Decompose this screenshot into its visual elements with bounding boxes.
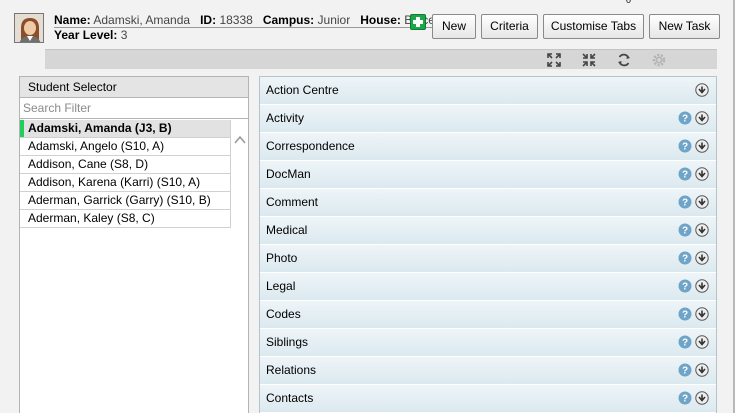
refresh-icon[interactable] bbox=[616, 52, 632, 68]
section-legal[interactable]: Legal ? bbox=[260, 273, 716, 301]
section-docman[interactable]: DocMan ? bbox=[260, 161, 716, 189]
id-label: ID: bbox=[200, 13, 217, 27]
help-icon[interactable]: ? bbox=[678, 139, 692, 153]
expand-arrow-icon[interactable] bbox=[695, 167, 709, 181]
section-photo[interactable]: Photo ? bbox=[260, 245, 716, 273]
section-siblings[interactable]: Siblings ? bbox=[260, 329, 716, 357]
year-level-label: Year Level: bbox=[54, 28, 118, 42]
section-label: Photo bbox=[266, 251, 298, 265]
expand-arrow-icon[interactable] bbox=[695, 279, 709, 293]
search-filter-input[interactable] bbox=[20, 98, 248, 119]
svg-text:?: ? bbox=[682, 142, 688, 153]
svg-text:?: ? bbox=[682, 170, 688, 181]
year-level-value: 3 bbox=[120, 28, 128, 42]
student-list-item[interactable]: Aderman, Garrick (Garry) (S10, B) bbox=[20, 192, 231, 210]
help-icon[interactable]: ? bbox=[678, 195, 692, 209]
expand-arrow-icon[interactable] bbox=[695, 307, 709, 321]
section-label: Activity bbox=[266, 111, 305, 125]
house-label: House: bbox=[360, 13, 401, 27]
expand-arrow-icon[interactable] bbox=[695, 195, 709, 209]
view-toolbar bbox=[45, 49, 717, 69]
section-relations[interactable]: Relations ? bbox=[260, 357, 716, 385]
section-label: Siblings bbox=[266, 335, 309, 349]
svg-text:?: ? bbox=[682, 114, 688, 125]
svg-text:?: ? bbox=[682, 282, 688, 293]
app-window: 0 Name: Adamski, Amanda ID: 18338 Campus… bbox=[0, 0, 735, 413]
help-icon[interactable]: ? bbox=[678, 335, 692, 349]
svg-text:?: ? bbox=[682, 226, 688, 237]
settings-icon[interactable] bbox=[651, 52, 667, 68]
svg-text:?: ? bbox=[682, 254, 688, 265]
student-info-row: Name: Adamski, Amanda ID: 18338 Campus: … bbox=[54, 13, 435, 28]
student-list-item[interactable]: Adamski, Amanda (J3, B) bbox=[20, 120, 231, 138]
svg-text:?: ? bbox=[682, 310, 688, 321]
help-icon[interactable]: ? bbox=[678, 391, 692, 405]
expand-arrow-icon[interactable] bbox=[695, 363, 709, 377]
section-comment[interactable]: Comment ? bbox=[260, 189, 716, 217]
help-icon[interactable]: ? bbox=[678, 223, 692, 237]
section-correspondence[interactable]: Correspondence ? bbox=[260, 133, 716, 161]
section-label: Action Centre bbox=[266, 83, 339, 97]
id-value: 18338 bbox=[219, 13, 253, 27]
svg-text:?: ? bbox=[682, 394, 688, 405]
expand-arrow-icon[interactable] bbox=[695, 139, 709, 153]
collapse-icon[interactable] bbox=[581, 52, 597, 68]
section-contacts[interactable]: Contacts ? bbox=[260, 385, 716, 413]
name-label: Name: bbox=[54, 13, 91, 27]
section-action-centre[interactable]: Action Centre bbox=[260, 77, 716, 105]
action-panel: Action Centre Activity ? Correspondence … bbox=[259, 76, 717, 413]
expand-arrow-icon[interactable] bbox=[695, 335, 709, 349]
avatar-photo-icon bbox=[15, 14, 43, 42]
new-button[interactable]: New bbox=[432, 14, 476, 39]
student-info: Name: Adamski, Amanda ID: 18338 Campus: … bbox=[54, 13, 435, 42]
help-icon[interactable]: ? bbox=[678, 279, 692, 293]
expand-icon[interactable] bbox=[546, 52, 562, 68]
student-selector-title: Student Selector bbox=[20, 77, 248, 98]
campus-label: Campus: bbox=[262, 13, 315, 27]
student-selector-panel: Student Selector Adamski, Amanda (J3, B)… bbox=[19, 76, 249, 413]
section-label: Medical bbox=[266, 223, 308, 237]
customise-tabs-button[interactable]: Customise Tabs bbox=[543, 14, 644, 39]
name-value: Adamski, Amanda bbox=[93, 13, 191, 27]
student-avatar bbox=[14, 13, 44, 43]
student-list: Adamski, Amanda (J3, B) Adamski, Angelo … bbox=[20, 120, 231, 228]
criteria-button[interactable]: Criteria bbox=[481, 14, 538, 39]
help-icon[interactable]: ? bbox=[678, 167, 692, 181]
campus-value: Junior bbox=[317, 13, 351, 27]
add-plus-button[interactable] bbox=[410, 14, 426, 30]
student-list-item[interactable]: Addison, Cane (S8, D) bbox=[20, 156, 231, 174]
svg-text:?: ? bbox=[682, 366, 688, 377]
plus-icon bbox=[413, 17, 423, 27]
section-medical[interactable]: Medical ? bbox=[260, 217, 716, 245]
section-activity[interactable]: Activity ? bbox=[260, 105, 716, 133]
expand-arrow-icon[interactable] bbox=[695, 251, 709, 265]
student-header: Name: Adamski, Amanda ID: 18338 Campus: … bbox=[0, 0, 733, 44]
expand-arrow-icon[interactable] bbox=[695, 391, 709, 405]
help-icon[interactable]: ? bbox=[678, 111, 692, 125]
section-codes[interactable]: Codes ? bbox=[260, 301, 716, 329]
student-list-item[interactable]: Addison, Karena (Karri) (S10, A) bbox=[20, 174, 231, 192]
help-icon[interactable]: ? bbox=[678, 307, 692, 321]
section-label: Correspondence bbox=[266, 139, 355, 153]
student-list-item[interactable]: Adamski, Angelo (S10, A) bbox=[20, 138, 231, 156]
new-task-button[interactable]: New Task bbox=[649, 14, 720, 39]
student-list-item[interactable]: Aderman, Kaley (S8, C) bbox=[20, 210, 231, 228]
help-icon[interactable]: ? bbox=[678, 363, 692, 377]
section-label: Relations bbox=[266, 363, 317, 377]
help-icon[interactable]: ? bbox=[678, 251, 692, 265]
section-label: Codes bbox=[266, 307, 301, 321]
expand-arrow-icon[interactable] bbox=[695, 223, 709, 237]
section-label: Comment bbox=[266, 195, 319, 209]
expand-arrow-icon[interactable] bbox=[695, 111, 709, 125]
year-level-row: Year Level: 3 bbox=[54, 28, 435, 42]
section-label: Legal bbox=[266, 279, 296, 293]
section-label: DocMan bbox=[266, 167, 311, 181]
svg-text:?: ? bbox=[682, 198, 688, 209]
svg-text:?: ? bbox=[682, 338, 688, 349]
section-label: Contacts bbox=[266, 391, 314, 405]
expand-arrow-icon[interactable] bbox=[695, 83, 709, 97]
scroll-up-arrow-icon[interactable] bbox=[233, 133, 247, 147]
